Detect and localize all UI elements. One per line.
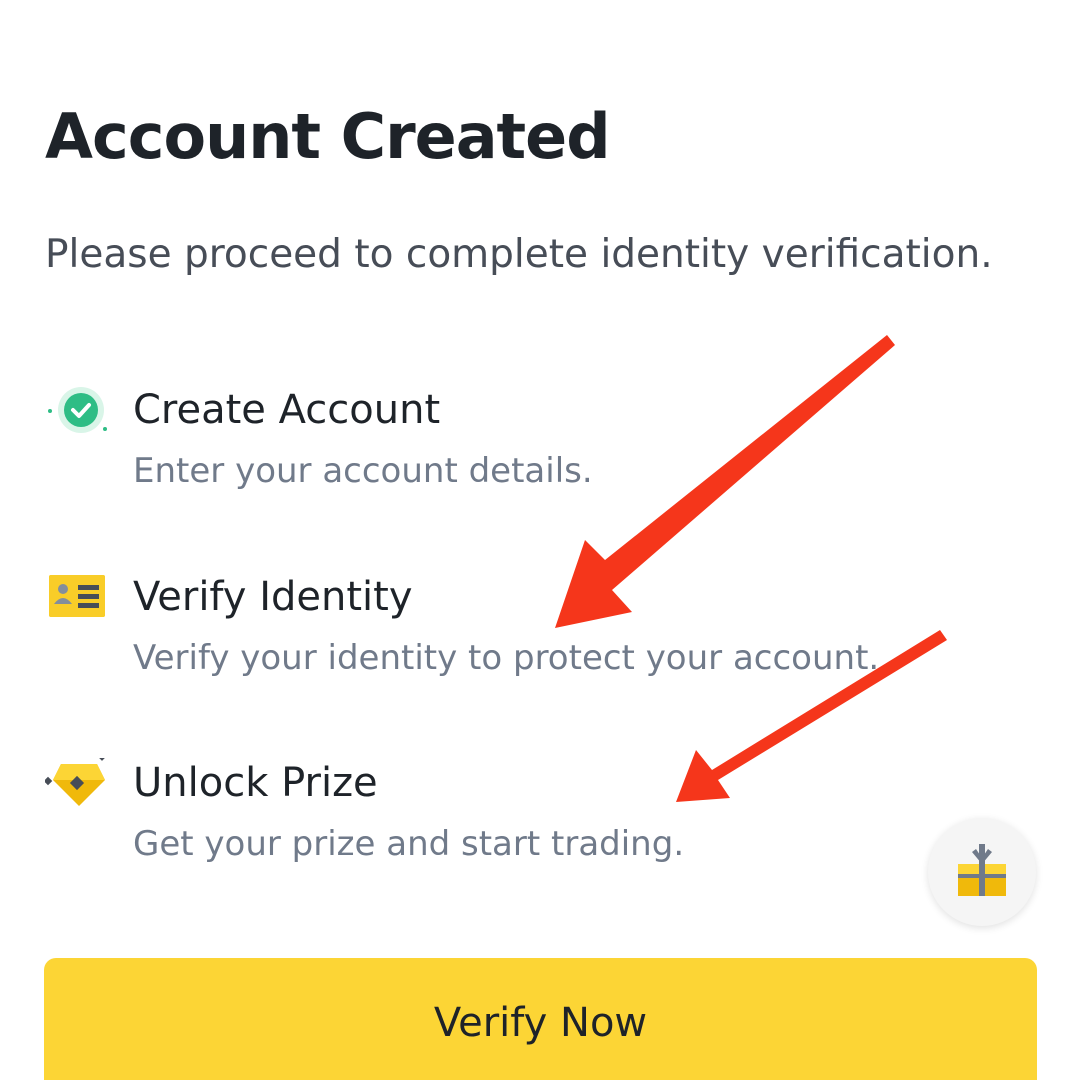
account-created-screen: Account Created Please proceed to comple… bbox=[0, 0, 1080, 1080]
step-unlock-prize: Unlock Prize Get your prize and start tr… bbox=[43, 755, 945, 878]
check-circle-icon bbox=[45, 385, 109, 449]
step-title: Unlock Prize bbox=[133, 760, 378, 806]
page-subtitle: Please proceed to complete identity veri… bbox=[45, 232, 993, 277]
gift-button[interactable] bbox=[928, 818, 1036, 926]
step-create-account: Create Account Enter your account detail… bbox=[45, 385, 945, 505]
step-title: Verify Identity bbox=[133, 574, 413, 620]
step-description: Get your prize and start trading. bbox=[133, 824, 685, 864]
verify-now-label: Verify Now bbox=[433, 1000, 648, 1046]
step-verify-identity: Verify Identity Verify your identity to … bbox=[45, 572, 945, 692]
verify-now-button[interactable]: Verify Now bbox=[44, 958, 1037, 1080]
gift-icon bbox=[958, 844, 1006, 896]
diamond-prize-icon bbox=[43, 755, 109, 822]
id-card-icon bbox=[45, 572, 109, 636]
step-description: Verify your identity to protect your acc… bbox=[133, 638, 880, 678]
step-title: Create Account bbox=[133, 387, 441, 433]
page-title: Account Created bbox=[45, 100, 611, 173]
step-description: Enter your account details. bbox=[133, 451, 593, 491]
